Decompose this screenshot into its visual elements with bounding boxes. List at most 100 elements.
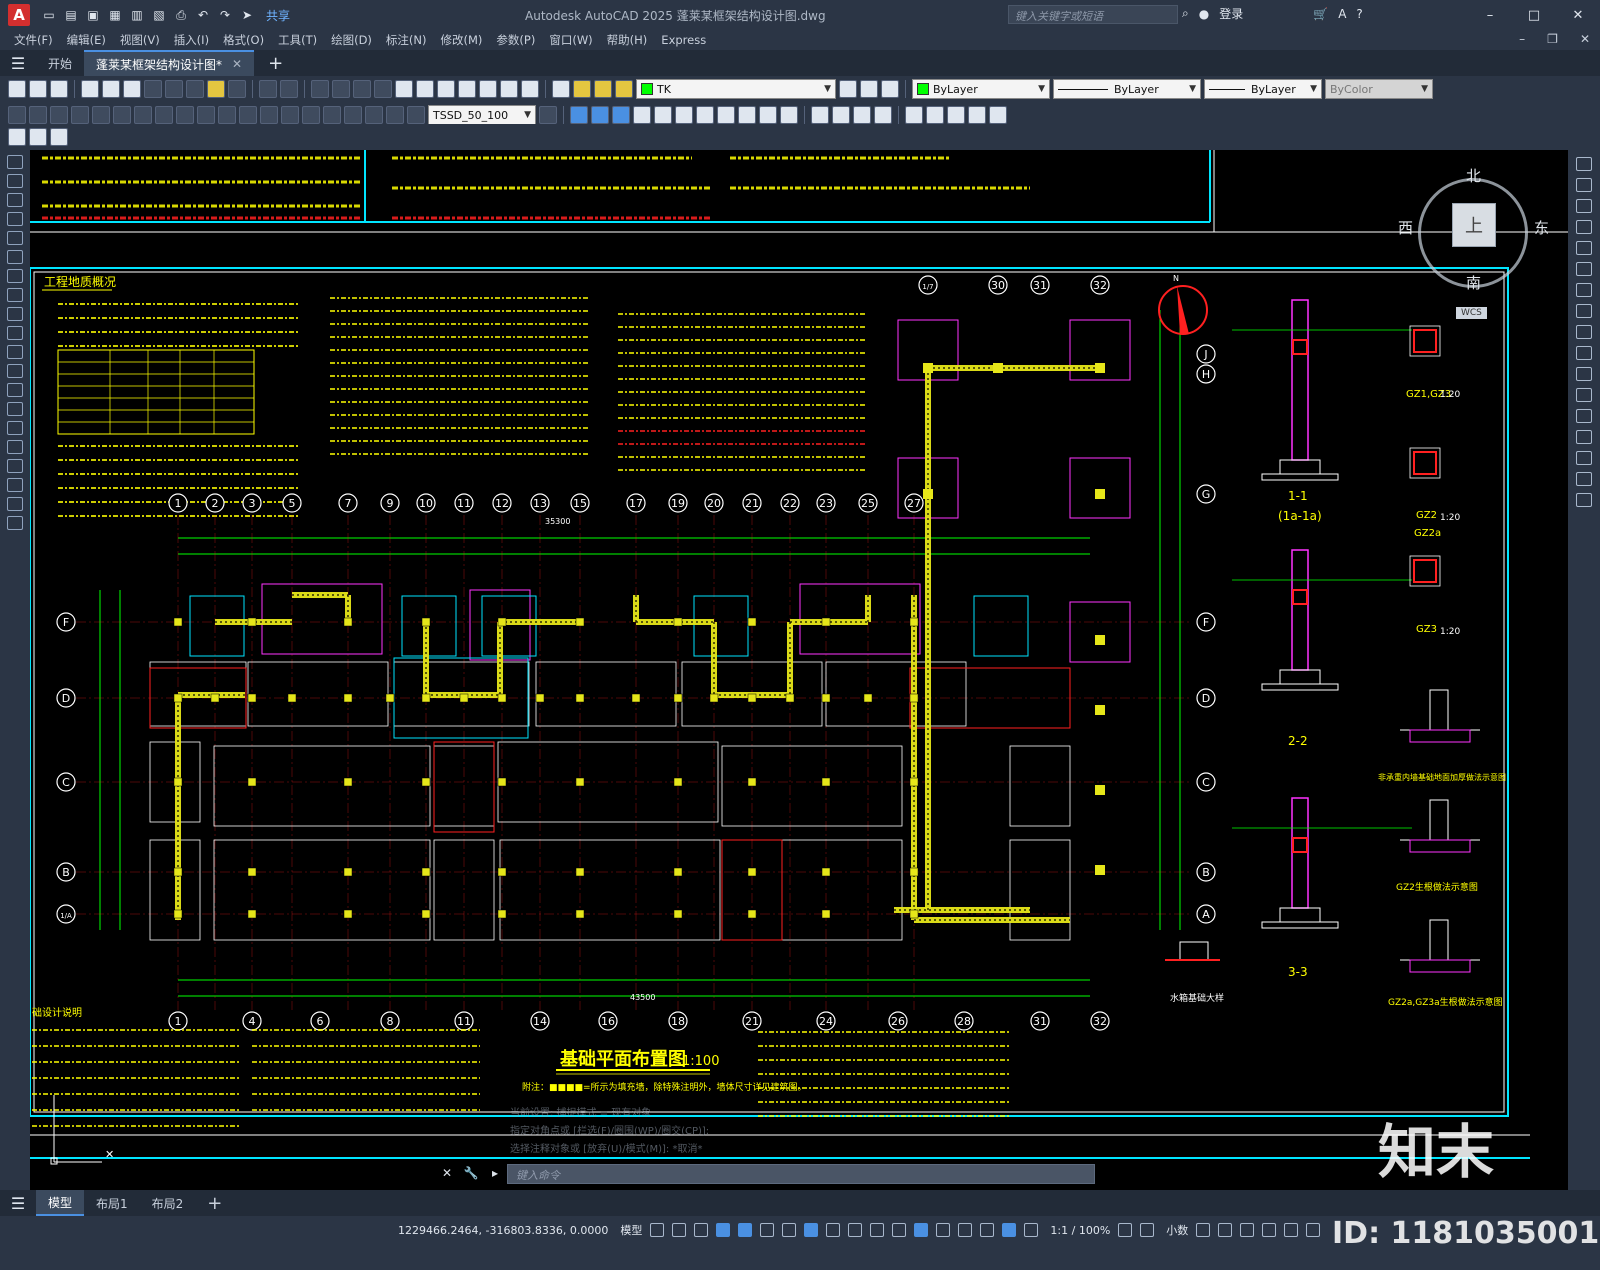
continue-icon[interactable] bbox=[218, 106, 236, 124]
baseline-icon[interactable] bbox=[197, 106, 215, 124]
quick-properties-icon[interactable] bbox=[1196, 1223, 1211, 1237]
jogged-linear-icon[interactable] bbox=[344, 106, 362, 124]
open-web-icon[interactable]: ▥ bbox=[128, 6, 146, 24]
save-icon[interactable] bbox=[50, 80, 68, 98]
render-icon[interactable] bbox=[832, 106, 850, 124]
table-icon[interactable] bbox=[7, 478, 23, 492]
zoom-realtime-icon[interactable] bbox=[332, 80, 350, 98]
color-dropdown[interactable]: ByLayer ▼ bbox=[912, 79, 1050, 99]
array-icon[interactable] bbox=[1576, 241, 1592, 255]
image-icon[interactable] bbox=[29, 128, 47, 146]
3d-osnap-icon[interactable] bbox=[914, 1223, 929, 1237]
gradient-icon[interactable] bbox=[7, 440, 23, 454]
world-ucs-icon[interactable] bbox=[989, 106, 1007, 124]
paste-icon[interactable] bbox=[186, 80, 204, 98]
ucs-icon[interactable] bbox=[968, 106, 986, 124]
mirror-icon[interactable] bbox=[1576, 199, 1592, 213]
tab-start[interactable]: 开始 bbox=[36, 50, 84, 76]
jogged-icon[interactable] bbox=[113, 106, 131, 124]
revcloud-icon[interactable] bbox=[7, 288, 23, 302]
zoom-previous-icon[interactable] bbox=[374, 80, 392, 98]
mtext-icon[interactable] bbox=[7, 497, 23, 511]
wcs-label[interactable]: WCS bbox=[1456, 307, 1487, 319]
menu-file[interactable]: 文件(F) bbox=[14, 32, 53, 48]
open-folder-icon[interactable]: ▤ bbox=[62, 6, 80, 24]
add-layout-button[interactable]: + bbox=[195, 1190, 234, 1216]
object-snap-icon[interactable] bbox=[826, 1223, 841, 1237]
menu-dimension[interactable]: 标注(N) bbox=[386, 32, 427, 48]
new-file-icon[interactable]: ▭ bbox=[40, 6, 58, 24]
properties-icon[interactable] bbox=[395, 80, 413, 98]
arc-icon[interactable] bbox=[7, 250, 23, 264]
light-icon[interactable] bbox=[874, 106, 892, 124]
open-icon[interactable] bbox=[29, 80, 47, 98]
radius-icon[interactable] bbox=[92, 106, 110, 124]
snap-icon[interactable] bbox=[672, 1223, 687, 1237]
autodesk-app-icon[interactable]: A bbox=[1338, 7, 1346, 21]
block-editor-icon[interactable] bbox=[228, 80, 246, 98]
layer-lock-icon[interactable] bbox=[615, 80, 633, 98]
lineweight-dropdown[interactable]: ByLayer ▼ bbox=[1204, 79, 1322, 99]
move-icon[interactable] bbox=[1576, 262, 1592, 276]
dim-break-icon[interactable] bbox=[260, 106, 278, 124]
layer-on-icon[interactable] bbox=[573, 80, 591, 98]
help-icon[interactable] bbox=[521, 80, 539, 98]
app-menu-button[interactable]: A bbox=[8, 4, 30, 26]
gizmo-icon[interactable] bbox=[980, 1223, 995, 1237]
clean-screen-icon[interactable] bbox=[1284, 1223, 1299, 1237]
join-icon[interactable] bbox=[1576, 430, 1592, 444]
customize-status-icon[interactable] bbox=[1306, 1223, 1321, 1237]
rotate-icon[interactable] bbox=[1576, 283, 1592, 297]
model-space-button[interactable]: 模型 bbox=[620, 1222, 642, 1238]
stretch-icon[interactable] bbox=[1576, 325, 1592, 339]
view-left-icon[interactable] bbox=[633, 106, 651, 124]
layer-previous-icon[interactable] bbox=[860, 80, 878, 98]
layer-properties-icon[interactable] bbox=[552, 80, 570, 98]
view-right-icon[interactable] bbox=[654, 106, 672, 124]
menu-parametric[interactable]: 参数(P) bbox=[496, 32, 535, 48]
iso-ne-icon[interactable] bbox=[738, 106, 756, 124]
erase-icon[interactable] bbox=[1576, 157, 1592, 171]
arc-length-icon[interactable] bbox=[50, 106, 68, 124]
chamfer-icon[interactable] bbox=[1576, 451, 1592, 465]
dim-update-icon[interactable] bbox=[407, 106, 425, 124]
spline-icon[interactable] bbox=[7, 307, 23, 321]
dim-style-icon[interactable] bbox=[539, 106, 557, 124]
annotation-monitor-icon[interactable] bbox=[1140, 1223, 1155, 1237]
save-icon[interactable]: ▣ bbox=[84, 6, 102, 24]
ellipse-arc-icon[interactable] bbox=[7, 345, 23, 359]
region-icon[interactable] bbox=[7, 459, 23, 473]
cursor-coordinates[interactable]: 1229466.2464, -316803.8336, 0.0000 bbox=[398, 1224, 608, 1237]
tab-layout1[interactable]: 布局1 bbox=[84, 1190, 140, 1216]
graphics-performance-icon[interactable] bbox=[1262, 1223, 1277, 1237]
insert-icon[interactable] bbox=[7, 364, 23, 378]
new-tab-button[interactable]: + bbox=[268, 53, 283, 74]
drawing-canvas[interactable]: 工程地质概况 1 2 3 5 7 9 10 11 12 13 15 17 19 20 21 22 23 25 27 1… bbox=[30, 150, 1568, 1190]
diameter-icon[interactable] bbox=[134, 106, 152, 124]
workspace-gear-icon[interactable] bbox=[1118, 1223, 1133, 1237]
3d-orbit-icon[interactable] bbox=[570, 106, 588, 124]
menu-window[interactable]: 窗口(W) bbox=[549, 32, 592, 48]
iso-se-icon[interactable] bbox=[717, 106, 735, 124]
menu-tools[interactable]: 工具(T) bbox=[278, 32, 317, 48]
dynamic-ucs-icon[interactable] bbox=[936, 1223, 951, 1237]
menu-draw[interactable]: 绘图(D) bbox=[331, 32, 372, 48]
viewcube-west[interactable]: 西 bbox=[1398, 217, 1413, 238]
camera-icon[interactable] bbox=[780, 106, 798, 124]
ordinate-icon[interactable] bbox=[71, 106, 89, 124]
redo-icon[interactable]: ↷ bbox=[216, 6, 234, 24]
hatch-icon[interactable] bbox=[7, 421, 23, 435]
help-icon[interactable]: ? bbox=[1356, 7, 1362, 21]
menu-express[interactable]: Express bbox=[661, 33, 706, 47]
add-selected-icon[interactable] bbox=[7, 516, 23, 530]
grid-icon[interactable] bbox=[650, 1223, 665, 1237]
units-display[interactable]: 小数 bbox=[1166, 1222, 1188, 1238]
iso-nw-icon[interactable] bbox=[759, 106, 777, 124]
ortho-icon[interactable] bbox=[738, 1223, 753, 1237]
tool-palettes-icon[interactable] bbox=[437, 80, 455, 98]
layout-menu-icon[interactable]: ☰ bbox=[0, 1194, 36, 1213]
insert-block-icon[interactable] bbox=[8, 128, 26, 146]
view-front-icon[interactable] bbox=[591, 106, 609, 124]
plotstyle-dropdown[interactable]: ByColor ▼ bbox=[1325, 79, 1433, 99]
menu-insert[interactable]: 插入(I) bbox=[174, 32, 209, 48]
